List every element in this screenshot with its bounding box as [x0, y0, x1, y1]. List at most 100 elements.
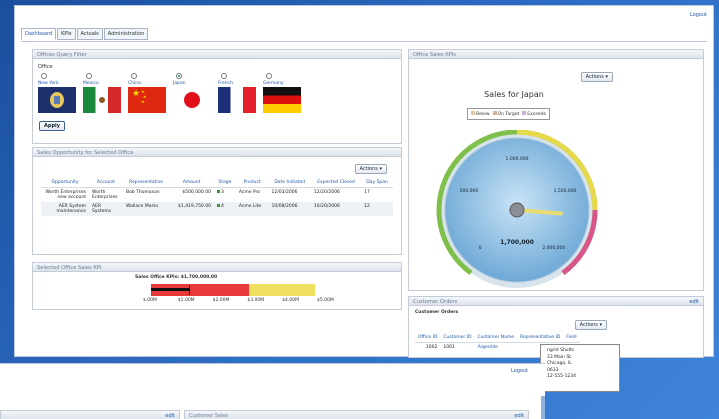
- actions-label: Actions: [359, 166, 378, 172]
- kpi-value-bar: [151, 288, 190, 291]
- tab-administration[interactable]: Administration: [103, 28, 149, 40]
- column-header[interactable]: Account: [89, 178, 123, 188]
- cell-stage: 3: [214, 188, 236, 203]
- logout-link[interactable]: Logout: [690, 12, 707, 18]
- china-flag-icon: ★ ★ ★ ★: [128, 87, 166, 113]
- legend-swatch: [522, 111, 527, 115]
- france-flag-icon: [218, 87, 256, 113]
- column-header[interactable]: Field: [563, 333, 580, 343]
- gauge-tick-label: 0: [479, 245, 482, 251]
- legend-below: Below: [471, 111, 490, 117]
- kpi-tick-label: $4.00M: [282, 298, 299, 303]
- cell-amount: $500,000.00: [182, 190, 211, 195]
- kpi-tick-label: $1.00M: [177, 298, 195, 303]
- table-row[interactable]: Worth Enterprises new account Worth Ente…: [41, 188, 393, 203]
- office-option-new-york[interactable]: New York: [38, 73, 78, 113]
- office-filter-panel: Offices Query Filter Office New York Mex…: [32, 49, 402, 144]
- stage-indicator-icon: [216, 190, 220, 193]
- office-option-japan[interactable]: Japan: [173, 73, 213, 113]
- tab-kpis[interactable]: KPIs: [57, 28, 76, 40]
- office-name: China: [128, 81, 141, 86]
- edit-link[interactable]: edit: [689, 299, 699, 305]
- second-panel-left: edit: [0, 410, 180, 419]
- apply-button[interactable]: Apply: [39, 121, 66, 131]
- chevron-down-icon: ▾: [605, 74, 608, 80]
- table-row[interactable]: AER System maintenance AER Systems Walla…: [41, 202, 393, 216]
- office-option-french[interactable]: French: [218, 73, 258, 113]
- orders-actions-button[interactable]: Actions ▾: [574, 320, 607, 330]
- edit-link[interactable]: edit: [514, 413, 524, 419]
- column-header[interactable]: Stage: [213, 178, 236, 188]
- cell-product: Acme Pro: [238, 190, 261, 195]
- column-header[interactable]: Customer ID: [440, 333, 475, 343]
- office-option-china[interactable]: China ★ ★ ★ ★: [128, 73, 168, 113]
- office-option-germany[interactable]: Germany: [263, 73, 303, 113]
- gauge-tick-label: 2,000,000: [542, 245, 565, 251]
- stage-value: 3: [220, 190, 224, 195]
- column-header[interactable]: Customer Name: [474, 333, 518, 343]
- radio-japan[interactable]: [176, 73, 182, 79]
- chevron-down-icon: ▾: [379, 166, 382, 172]
- panel-title: Customer Sales: [189, 413, 229, 419]
- office-name: Mexico: [83, 81, 99, 86]
- radio-china[interactable]: [131, 73, 137, 79]
- second-logout-link[interactable]: Logout: [511, 368, 528, 374]
- scrollbar[interactable]: [541, 396, 545, 419]
- cell-stage: 4: [213, 202, 236, 216]
- tab-divider: [21, 41, 707, 42]
- tab-actuals[interactable]: Actuals: [76, 28, 103, 40]
- opportunity-table: Opportunity Account Representative Amoun…: [41, 178, 393, 216]
- legend-exceeds: Exceeds: [522, 111, 546, 117]
- cell-account: Worth Enterprises: [92, 190, 118, 200]
- cell-date-initiated: 10/08/2006: [268, 202, 311, 216]
- radio-french[interactable]: [221, 73, 227, 79]
- cell-opportunity: AER System maintenance: [41, 202, 89, 216]
- panel-title: Selected Office Sales KPI: [33, 263, 401, 272]
- column-header[interactable]: Expected Closed: [310, 178, 362, 188]
- office-kpi-panel: Selected Office Sales KPI Sales Office K…: [32, 262, 402, 310]
- japan-flag-icon: [173, 87, 211, 113]
- column-header[interactable]: Representative: [123, 178, 170, 188]
- kpi-bullet-bar: [151, 284, 325, 296]
- office-option-mexico[interactable]: Mexico: [83, 73, 123, 113]
- radio-mexico[interactable]: [86, 73, 92, 79]
- gauge-tick-label: 1,000,000: [506, 156, 529, 162]
- cell-expected-closed: 10/20/2006: [310, 202, 362, 216]
- opportunity-actions-button[interactable]: Actions ▾: [354, 164, 387, 174]
- kpi-target-range: [249, 284, 315, 296]
- gauge-value-label: 1,700,000: [500, 239, 534, 246]
- column-header[interactable]: Office ID: [415, 333, 441, 343]
- column-header[interactable]: Date Initiated: [268, 178, 311, 188]
- radio-new-york[interactable]: [41, 73, 47, 79]
- cell-representative: Bob Thomason: [126, 190, 160, 195]
- column-header[interactable]: Representative ID: [517, 333, 564, 343]
- panel-title: Office Sales KPIs: [409, 50, 703, 59]
- orders-subtitle: Customer Orders: [415, 310, 459, 315]
- actions-label: Actions: [585, 74, 604, 80]
- germany-flag-icon: [263, 87, 301, 113]
- radio-germany[interactable]: [266, 73, 272, 79]
- legend-label: Exceeds: [527, 112, 546, 117]
- cell-customer-name[interactable]: Argentile: [474, 343, 517, 353]
- dashboard-window: Logout Dashboard KPIs Actuals Administra…: [14, 5, 714, 358]
- detail-line: 12-555-1234: [547, 374, 577, 379]
- cell-day-span: 12: [361, 202, 393, 216]
- column-header[interactable]: Amount: [169, 178, 214, 188]
- gauge-actions-button[interactable]: Actions ▾: [580, 72, 613, 82]
- kpi-tick-label: $5.00M: [317, 298, 334, 303]
- edit-link[interactable]: edit: [165, 413, 175, 419]
- column-header[interactable]: Opportunity: [41, 178, 89, 188]
- column-header[interactable]: Product: [235, 178, 269, 188]
- panel-title-text: Customer Orders: [413, 299, 458, 305]
- panel-title: Sales Opportunity for Selected Office: [33, 148, 401, 157]
- cell-expected-closed: 12/20/2006: [313, 190, 340, 195]
- tab-dashboard[interactable]: Dashboard: [21, 28, 57, 40]
- gauge-tick-label: 500,000: [460, 188, 479, 194]
- panel-title: Offices Query Filter: [33, 50, 401, 59]
- office-name: Germany: [263, 81, 284, 86]
- gauge-tick-label: 1,500,000: [554, 188, 577, 194]
- office-name: French: [218, 81, 233, 86]
- kpi-tick-label: $3.00M: [247, 298, 265, 303]
- column-header[interactable]: Day Span: [361, 178, 393, 188]
- cell-product: Acme Lite: [235, 202, 269, 216]
